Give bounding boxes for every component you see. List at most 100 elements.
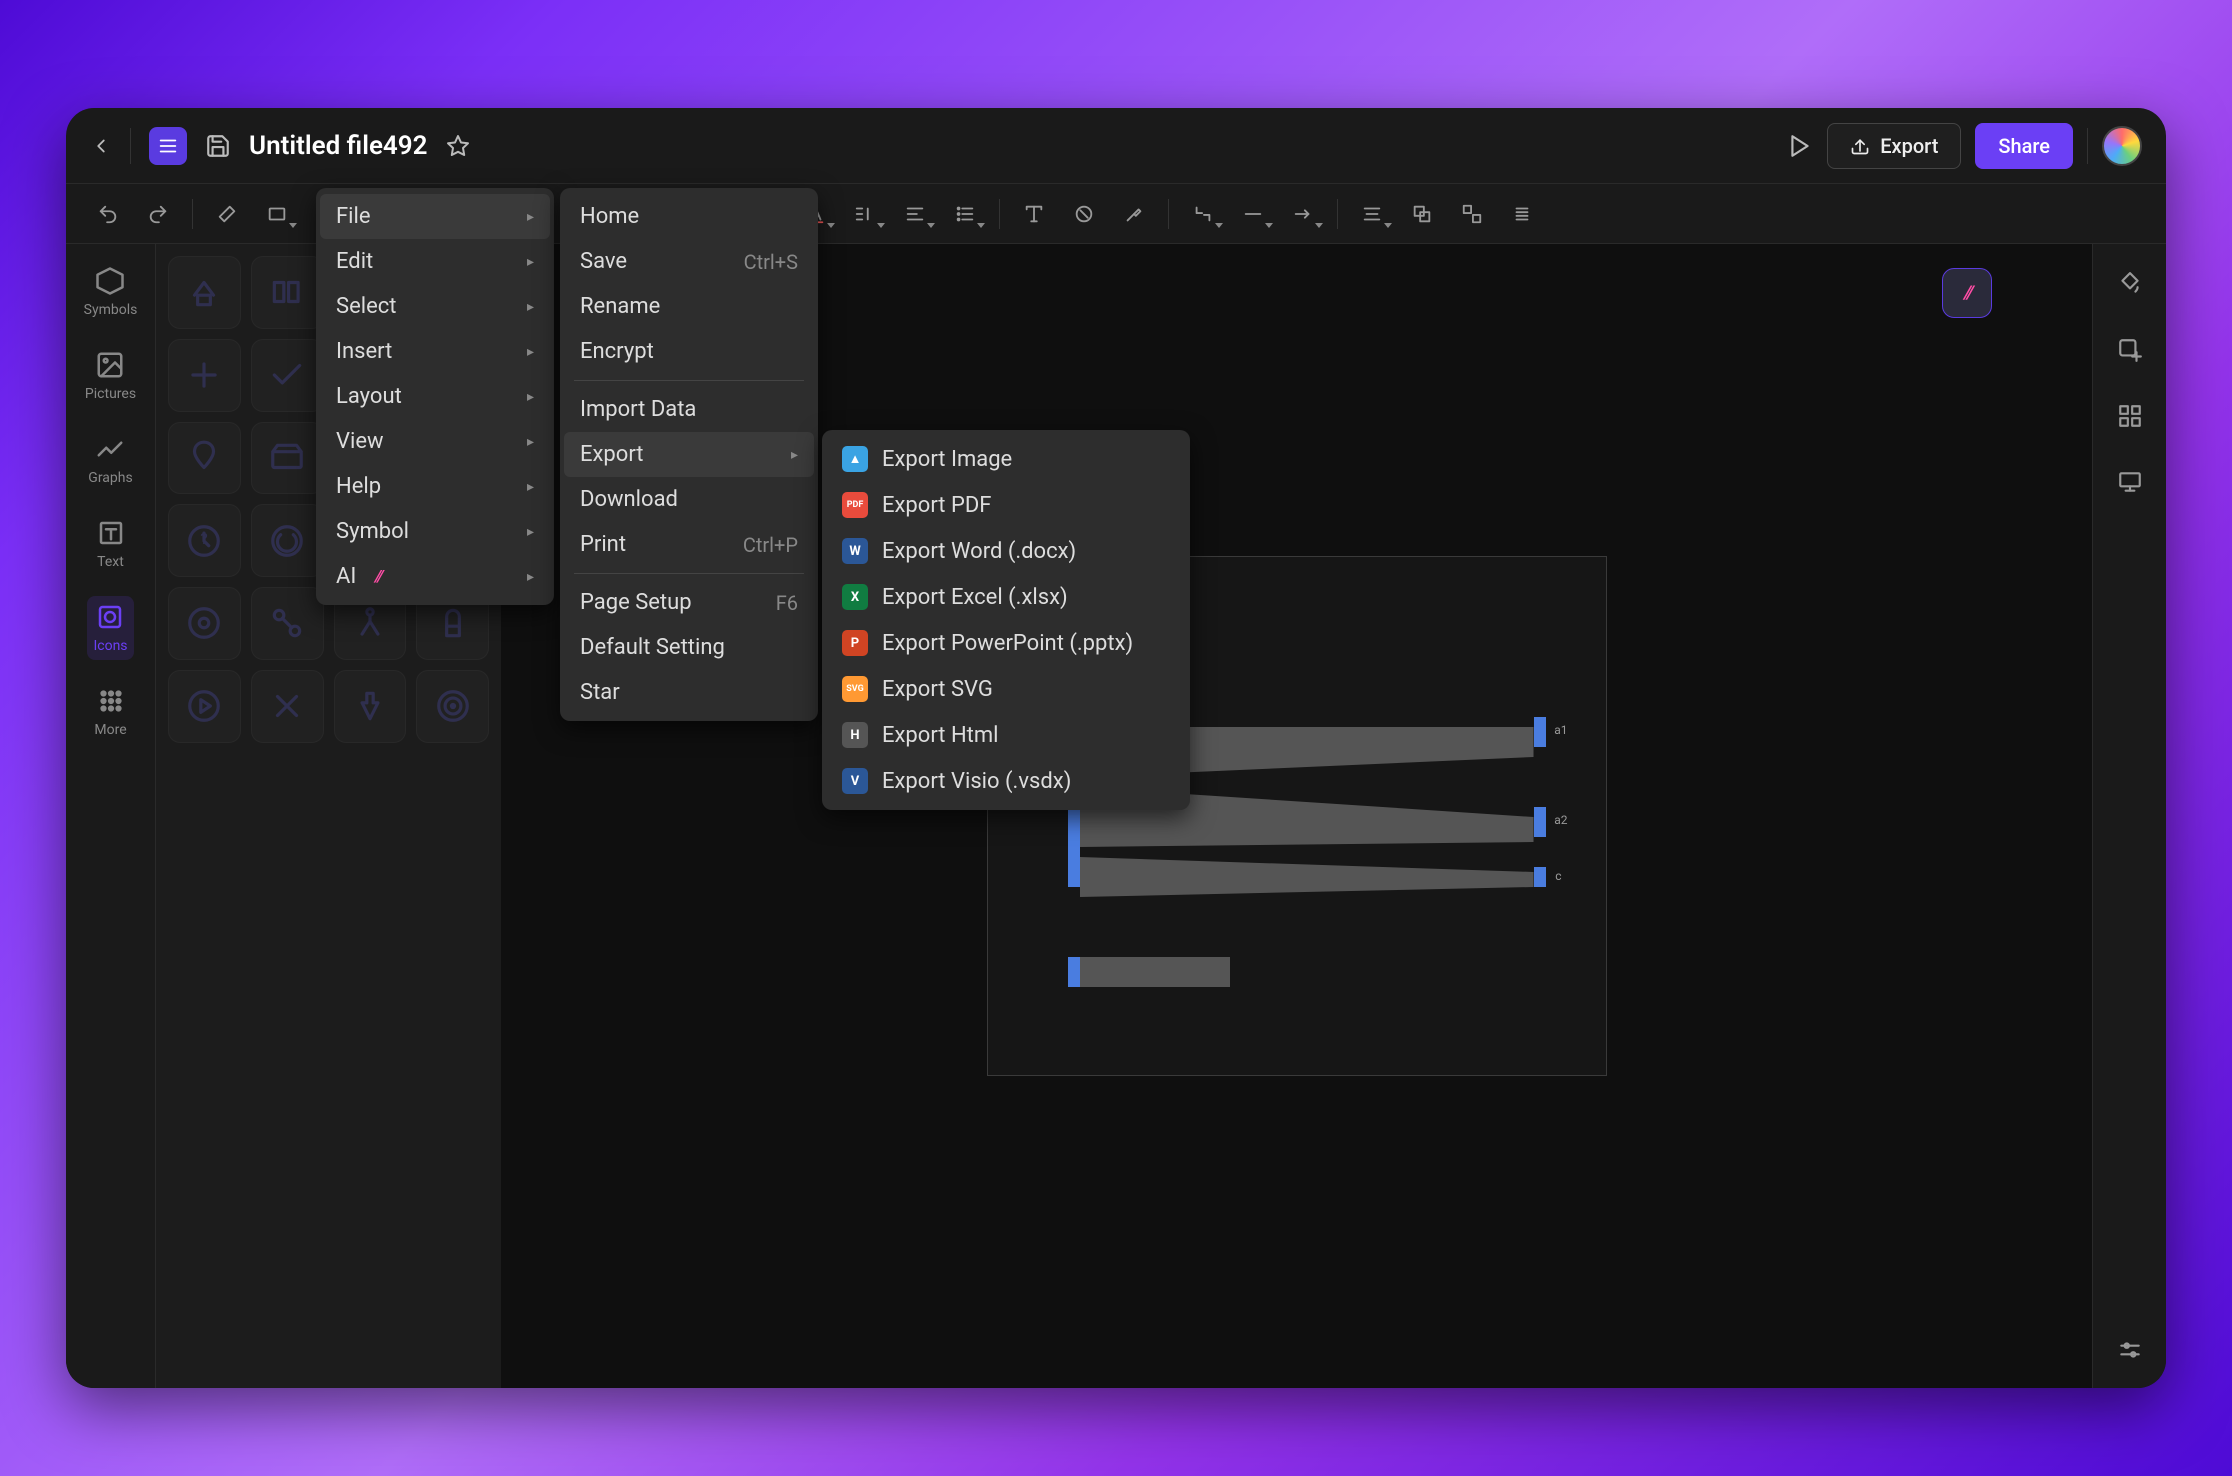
back-button[interactable] <box>90 135 112 157</box>
star-icon[interactable] <box>446 134 470 158</box>
alignment-button[interactable] <box>1350 194 1394 234</box>
menu-item-file[interactable]: File▸ <box>320 194 550 239</box>
menu-item-export-word-docx-[interactable]: WExport Word (.docx) <box>822 528 1190 574</box>
menu-item-help[interactable]: Help▸ <box>316 464 554 509</box>
library-icon[interactable] <box>251 504 324 577</box>
menu-item-print[interactable]: PrintCtrl+P <box>560 522 818 567</box>
library-icon[interactable] <box>251 339 324 412</box>
library-icon[interactable] <box>168 256 241 329</box>
stroke-tool[interactable] <box>1062 194 1106 234</box>
export-submenu: ▲Export ImagePDFExport PDFWExport Word (… <box>822 430 1190 810</box>
divider <box>2087 128 2088 164</box>
fill-panel-icon[interactable] <box>2110 264 2150 304</box>
redo-button[interactable] <box>136 194 180 234</box>
topbar: Untitled file492 Export Share <box>66 108 2166 184</box>
menu-item-import-data[interactable]: Import Data <box>560 387 818 432</box>
menu-item-save[interactable]: SaveCtrl+S <box>560 239 818 284</box>
menu-item-export-html[interactable]: HExport Html <box>822 712 1190 758</box>
library-icon[interactable] <box>251 670 324 743</box>
menu-item-default-setting[interactable]: Default Setting <box>560 625 818 670</box>
node-label: a2 <box>1554 813 1567 827</box>
right-rail <box>2092 244 2166 1388</box>
rail-label: Symbols <box>84 302 138 318</box>
menu-separator <box>574 380 804 381</box>
ai-assistant-button[interactable]: ⫽ <box>1942 268 1992 318</box>
export-button[interactable]: Export <box>1827 123 1961 169</box>
menu-item-page-setup[interactable]: Page SetupF6 <box>560 580 818 625</box>
library-icon[interactable] <box>168 339 241 412</box>
settings-panel-icon[interactable] <box>2110 1330 2150 1370</box>
menu-item-symbol[interactable]: Symbol▸ <box>316 509 554 554</box>
menu-item-export-svg[interactable]: SVGExport SVG <box>822 666 1190 712</box>
library-icon[interactable] <box>168 587 241 660</box>
menu-item-ai[interactable]: AI⫽▸ <box>316 554 554 599</box>
main-menu-button[interactable] <box>149 127 187 165</box>
play-icon[interactable] <box>1787 133 1813 159</box>
menu-item-export-visio-vsdx-[interactable]: VExport Visio (.vsdx) <box>822 758 1190 804</box>
undo-button[interactable] <box>86 194 130 234</box>
ungroup-button[interactable] <box>1450 194 1494 234</box>
arrow-style-button[interactable] <box>1281 194 1325 234</box>
share-button[interactable]: Share <box>1975 123 2073 169</box>
rail-icons[interactable]: Icons <box>87 596 133 660</box>
menu-item-download[interactable]: Download <box>560 477 818 522</box>
separator <box>192 199 193 229</box>
layers-button[interactable] <box>1500 194 1544 234</box>
menu-item-export-image[interactable]: ▲Export Image <box>822 436 1190 482</box>
user-avatar[interactable] <box>2102 126 2142 166</box>
rail-symbols[interactable]: Symbols <box>78 260 144 324</box>
library-icon[interactable] <box>416 670 489 743</box>
rail-text[interactable]: Text <box>90 512 132 576</box>
add-panel-icon[interactable] <box>2110 330 2150 370</box>
menu-item-encrypt[interactable]: Encrypt <box>560 329 818 374</box>
topbar-right: Export Share <box>1787 123 2142 169</box>
menu-item-edit[interactable]: Edit▸ <box>316 239 554 284</box>
rail-label: Icons <box>93 638 127 654</box>
menu-item-export[interactable]: Export▸ <box>564 432 814 477</box>
menu-item-export-excel-xlsx-[interactable]: XExport Excel (.xlsx) <box>822 574 1190 620</box>
text-tool[interactable] <box>1012 194 1056 234</box>
node-label: a1 <box>1554 723 1567 737</box>
menu-item-select[interactable]: Select▸ <box>316 284 554 329</box>
menu-item-star[interactable]: Star <box>560 670 818 715</box>
line-style-button[interactable] <box>1231 194 1275 234</box>
menu-item-view[interactable]: View▸ <box>316 419 554 464</box>
grid-panel-icon[interactable] <box>2110 396 2150 436</box>
list-button[interactable] <box>943 194 987 234</box>
menu-item-layout[interactable]: Layout▸ <box>316 374 554 419</box>
library-icon[interactable] <box>251 587 324 660</box>
library-icon[interactable] <box>168 670 241 743</box>
align-button[interactable] <box>893 194 937 234</box>
menu-item-export-powerpoint-pptx-[interactable]: PExport PowerPoint (.pptx) <box>822 620 1190 666</box>
rail-more[interactable]: More <box>88 680 132 744</box>
brush-button[interactable] <box>205 194 249 234</box>
document-title[interactable]: Untitled file492 <box>249 131 428 161</box>
separator <box>1337 199 1338 229</box>
menu-item-export-pdf[interactable]: PDFExport PDF <box>822 482 1190 528</box>
rail-label: Text <box>97 554 124 570</box>
rail-graphs[interactable]: Graphs <box>82 428 138 492</box>
library-icon[interactable] <box>334 670 407 743</box>
group-button[interactable] <box>1400 194 1444 234</box>
eyedrop-tool[interactable] <box>1112 194 1156 234</box>
separator <box>999 199 1000 229</box>
menu-item-rename[interactable]: Rename <box>560 284 818 329</box>
menu-item-insert[interactable]: Insert▸ <box>316 329 554 374</box>
rail-pictures[interactable]: Pictures <box>79 344 142 408</box>
rail-label: Pictures <box>85 386 136 402</box>
present-panel-icon[interactable] <box>2110 462 2150 502</box>
library-icon[interactable] <box>251 422 324 495</box>
save-icon[interactable] <box>205 133 231 159</box>
main-menu-dropdown: File▸Edit▸Select▸Insert▸Layout▸View▸Help… <box>316 188 554 605</box>
library-icon[interactable]: ? <box>168 504 241 577</box>
divider <box>130 128 131 164</box>
export-button-label: Export <box>1880 134 1938 158</box>
library-icon[interactable] <box>251 256 324 329</box>
menu-separator <box>574 573 804 574</box>
library-icon[interactable] <box>168 422 241 495</box>
menu-item-home[interactable]: Home <box>560 194 818 239</box>
spacing-button[interactable] <box>843 194 887 234</box>
connector-button[interactable] <box>1181 194 1225 234</box>
rail-label: More <box>94 722 126 738</box>
font-dropdown[interactable] <box>255 194 299 234</box>
